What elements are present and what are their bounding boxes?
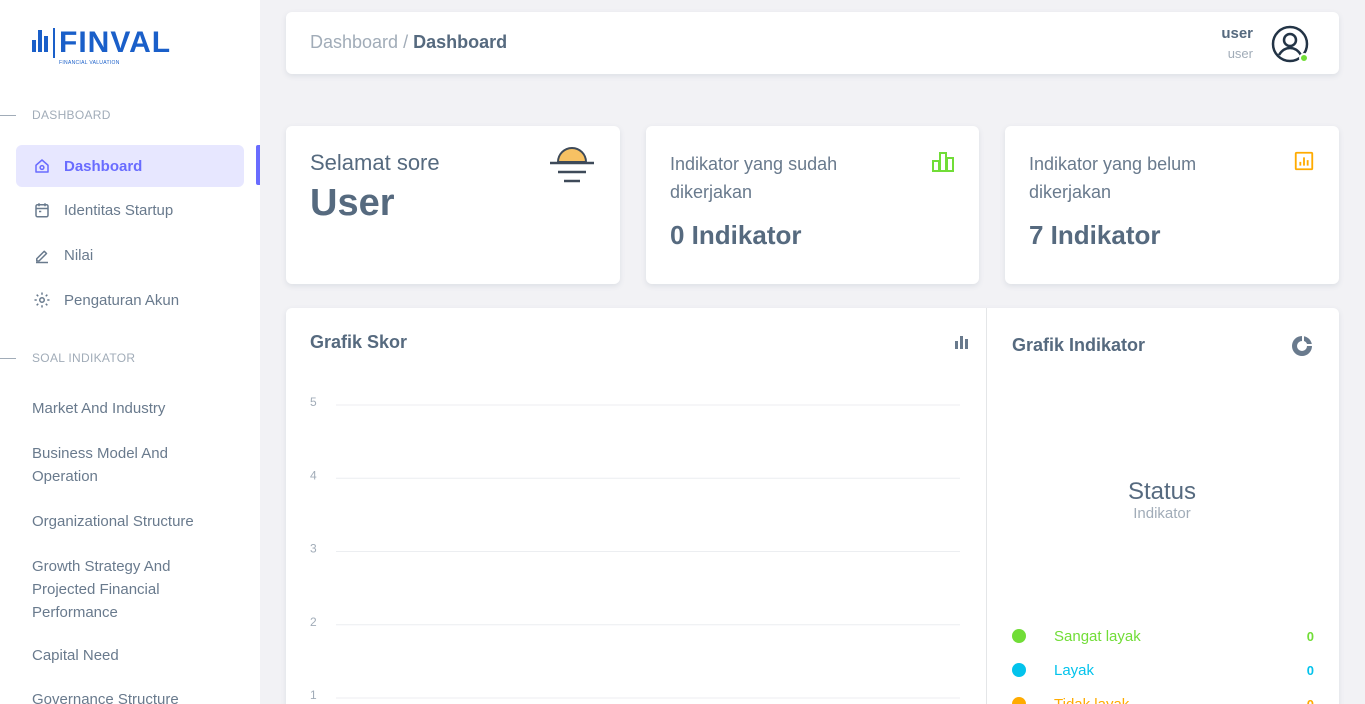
- soal-item-market[interactable]: Market And Industry: [32, 397, 222, 420]
- online-status-dot: [1299, 53, 1309, 63]
- legend-item: Sangat layak 0: [1012, 626, 1314, 646]
- indicator-chart-title: Grafik Indikator: [1012, 335, 1146, 355]
- legend-item: Tidak layak 0: [1012, 694, 1314, 704]
- y-tick-label: 5: [310, 395, 317, 409]
- sunset-icon: [550, 147, 594, 183]
- bar-chart-icon: [932, 152, 954, 172]
- legend-count: 0: [1306, 696, 1314, 704]
- legend-label: Sangat layak: [1054, 627, 1141, 645]
- soal-item-growth-strategy[interactable]: Growth Strategy And Projected Financial …: [32, 555, 222, 624]
- legend-dot: [1012, 629, 1026, 643]
- legend-label: Layak: [1054, 661, 1095, 679]
- y-tick-label: 2: [310, 615, 317, 629]
- home-icon: [32, 156, 52, 176]
- chart-divider: [986, 308, 987, 704]
- logo-separator: [53, 28, 55, 58]
- sidebar-item-pengaturan-akun[interactable]: Pengaturan Akun: [16, 279, 244, 321]
- soal-item-business-model[interactable]: Business Model And Operation: [32, 442, 222, 488]
- user-info[interactable]: user user: [1221, 25, 1253, 61]
- stat-card-done: Indikator yang sudah dikerjakan 0 Indika…: [646, 126, 979, 284]
- legend-label: Tidak layak: [1054, 695, 1130, 704]
- gear-icon: [32, 290, 52, 310]
- user-name: user: [1221, 25, 1253, 42]
- sidebar-item-label: Identitas Startup: [64, 201, 174, 219]
- y-tick-label: 3: [310, 542, 317, 556]
- legend-dot: [1012, 697, 1026, 704]
- menu-header-soal-indikator: SOAL INDIKATOR: [0, 351, 135, 365]
- sidebar-item-label: Dashboard: [64, 157, 143, 175]
- stat-label: Indikator yang sudah dikerjakan: [670, 154, 838, 202]
- menu-header-dashboard: DASHBOARD: [0, 108, 111, 122]
- logo-bars-icon: [32, 30, 48, 52]
- breadcrumb-current: Dashboard: [413, 32, 508, 52]
- donut-center-label: Status: [1127, 478, 1197, 505]
- greeting-name: User: [310, 182, 395, 224]
- greeting-card: Selamat sore User: [286, 126, 620, 284]
- legend-count: 0: [1306, 662, 1314, 678]
- sidebar-item-label: Pengaturan Akun: [64, 291, 180, 309]
- breadcrumb-parent[interactable]: Dashboard: [310, 32, 398, 52]
- stat-value: 7 Indikator: [1029, 220, 1161, 250]
- donut-chart-icon[interactable]: [1290, 334, 1314, 358]
- active-indicator: [256, 145, 260, 185]
- breadcrumb: Dashboard / Dashboard: [310, 32, 507, 53]
- score-bar-chart: 5 4 3 2 1: [310, 395, 960, 702]
- y-tick-label: 1: [310, 688, 317, 702]
- stat-card-pending: Indikator yang belum dikerjakan 7 Indika…: [1005, 126, 1339, 284]
- y-tick-label: 4: [310, 468, 317, 482]
- brand-logo[interactable]: FINVAL FINANCIAL VALUATION: [32, 28, 171, 66]
- top-navbar: Dashboard / Dashboard user user: [286, 12, 1339, 74]
- greeting-text: Selamat sore: [310, 150, 440, 175]
- sidebar: FINVAL FINANCIAL VALUATION DASHBOARD Das…: [0, 0, 260, 704]
- report-icon: [1294, 151, 1314, 171]
- legend-item: Layak 0: [1012, 660, 1314, 680]
- user-role: user: [1227, 46, 1253, 61]
- donut-center-sublabel: Indikator: [1133, 505, 1191, 522]
- legend-count: 0: [1306, 628, 1314, 644]
- sidebar-item-label: Nilai: [64, 246, 94, 264]
- breadcrumb-separator: /: [403, 32, 409, 52]
- sidebar-item-dashboard[interactable]: Dashboard: [16, 145, 244, 187]
- soal-item-governance[interactable]: Governance Structure: [32, 688, 222, 704]
- pencil-icon: [32, 245, 52, 265]
- soal-item-organizational[interactable]: Organizational Structure: [32, 510, 222, 533]
- sidebar-item-identitas-startup[interactable]: Identitas Startup: [16, 189, 244, 231]
- brand-name: FINVAL: [59, 26, 172, 59]
- stat-label: Indikator yang belum dikerjakan: [1029, 154, 1197, 202]
- chart-card: Grafik Skor 54321 Grafik Indikator Statu…: [286, 308, 1339, 704]
- stat-value: 0 Indikator: [670, 220, 802, 250]
- sidebar-item-nilai[interactable]: Nilai: [16, 234, 244, 276]
- soal-item-capital-need[interactable]: Capital Need: [32, 644, 222, 667]
- calendar-icon: [32, 200, 52, 220]
- brand-tagline: FINANCIAL VALUATION: [59, 60, 120, 66]
- legend-dot: [1012, 663, 1026, 677]
